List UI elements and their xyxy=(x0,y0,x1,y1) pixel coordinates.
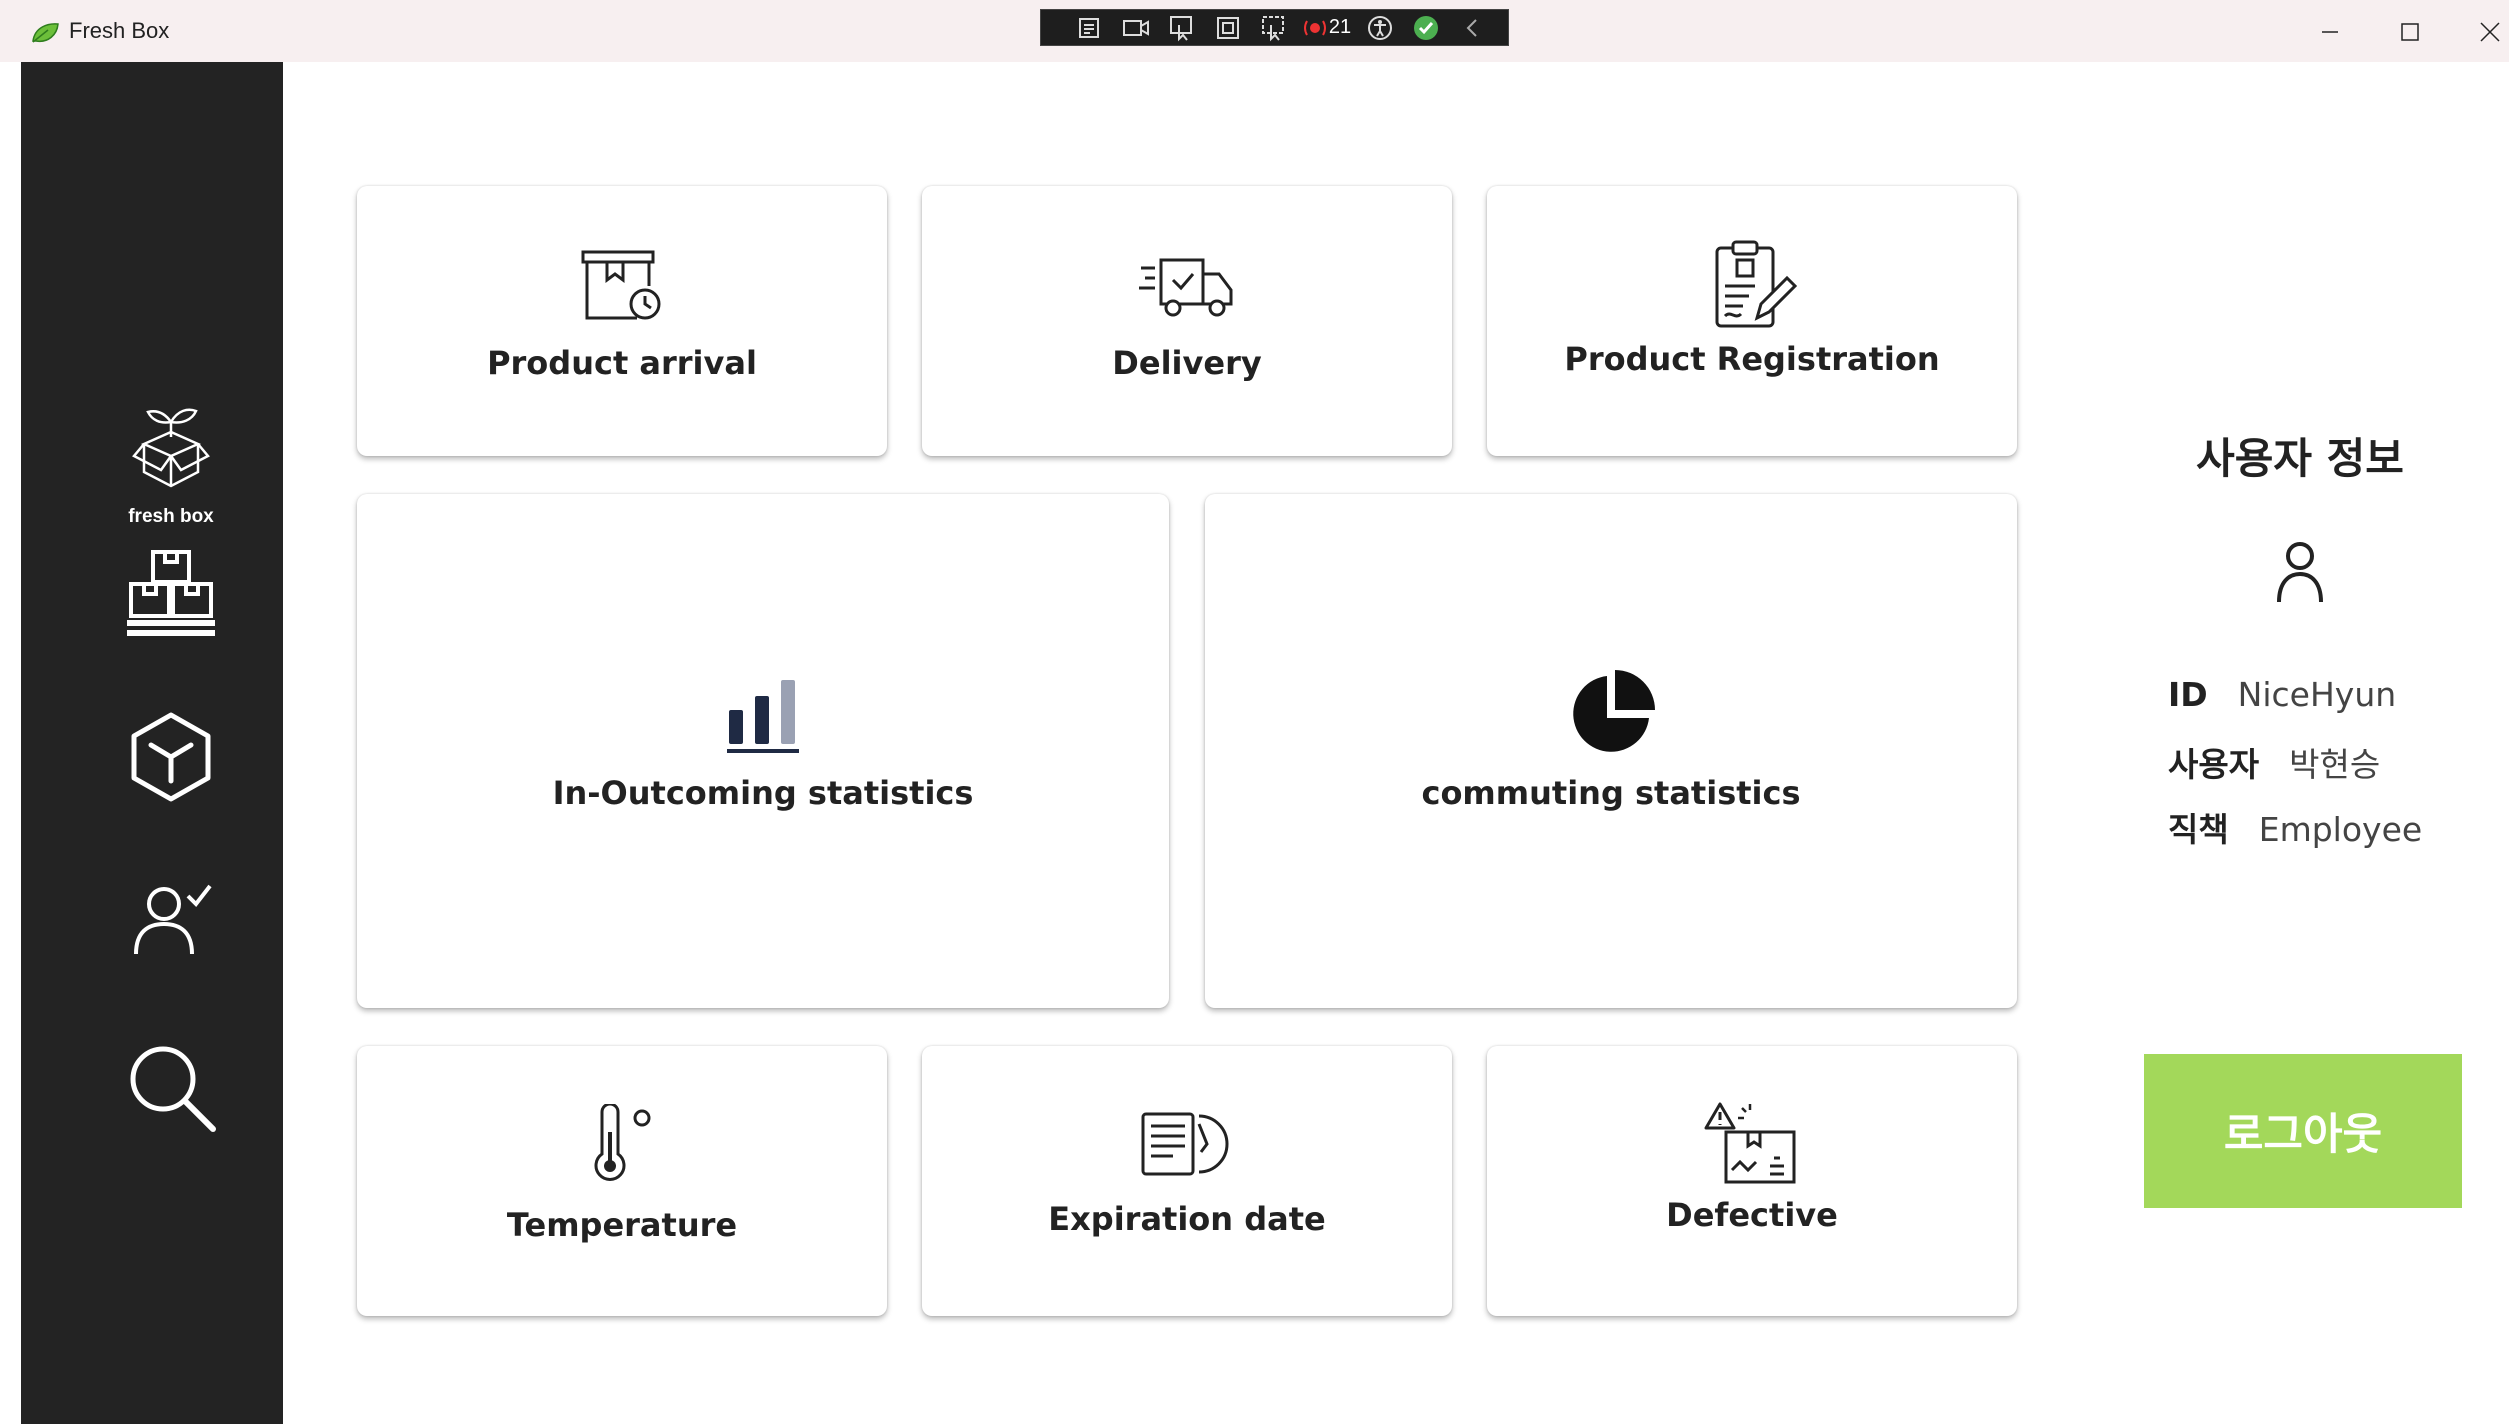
box-clock-icon xyxy=(581,250,661,320)
temperature-card[interactable]: Temperature xyxy=(357,1046,887,1316)
user-name-row: 사용자 박현승 xyxy=(2168,738,2380,786)
user-position-row: 직책 Employee xyxy=(2168,803,2422,851)
window-title: Fresh Box xyxy=(69,18,170,43)
clipboard-pen-icon xyxy=(1715,240,1797,328)
commuting-statistics-card[interactable]: commuting statistics xyxy=(1205,494,2017,1008)
pie-chart-icon xyxy=(1573,670,1655,752)
user-avatar-icon xyxy=(2277,542,2323,603)
recording-count: 21 xyxy=(1328,16,1352,38)
capture-region-icon[interactable] xyxy=(1067,13,1113,43)
user-check-icon xyxy=(134,884,212,955)
defective-label: Defective xyxy=(1666,1196,1838,1234)
cube-icon xyxy=(131,712,211,802)
temperature-label: Temperature xyxy=(506,1206,738,1244)
user-position-label: 직책 xyxy=(2168,810,2229,849)
damaged-box-icon xyxy=(1704,1102,1796,1184)
delivery-label: Delivery xyxy=(1112,344,1262,382)
defective-card[interactable]: Defective xyxy=(1487,1046,2017,1316)
user-name-value: 박현승 xyxy=(2289,745,2381,784)
pointer-region-icon[interactable] xyxy=(1251,13,1297,43)
delivery-truck-icon xyxy=(1139,258,1233,317)
expiration-date-card[interactable]: Expiration date xyxy=(922,1046,1452,1316)
delivery-card[interactable]: Delivery xyxy=(922,186,1452,456)
maximize-button[interactable] xyxy=(2385,12,2435,52)
inout-statistics-label: In-Outcoming statistics xyxy=(552,774,974,812)
product-registration-label: Product Registration xyxy=(1564,340,1940,378)
inout-statistics-card[interactable]: In-Outcoming statistics xyxy=(357,494,1169,1008)
product-registration-card[interactable]: Product Registration xyxy=(1487,186,2017,456)
sidebar-item-products[interactable] xyxy=(116,702,226,812)
collapse-chevron-icon[interactable] xyxy=(1449,13,1495,43)
logo-text: fresh box xyxy=(128,506,214,527)
sidebar-item-inventory[interactable] xyxy=(116,537,226,647)
pointer-window-icon[interactable] xyxy=(1159,13,1205,43)
title-bar: Fresh Box 21 xyxy=(0,0,2509,62)
sidebar-item-attendance[interactable] xyxy=(116,862,226,972)
accessibility-icon[interactable] xyxy=(1357,13,1403,43)
expiration-date-label: Expiration date xyxy=(1048,1200,1326,1238)
box-sprout-icon xyxy=(132,408,210,488)
user-info-title: 사용자 정보 xyxy=(2196,434,2404,483)
fresh-box-logo: fresh box xyxy=(116,382,226,532)
recording-indicator[interactable]: 21 xyxy=(1297,13,1357,43)
document-timer-icon xyxy=(1141,1112,1229,1176)
select-area-icon[interactable] xyxy=(1205,13,1251,43)
user-id-label: ID xyxy=(2168,675,2208,714)
sidebar-item-search[interactable] xyxy=(116,1032,226,1142)
sidebar: fresh box xyxy=(21,62,283,1424)
user-id-value: NiceHyun xyxy=(2237,675,2397,714)
user-id-row: ID NiceHyun xyxy=(2168,675,2396,714)
close-button[interactable] xyxy=(2465,12,2509,52)
thermometer-icon xyxy=(594,1104,651,1181)
search-icon xyxy=(130,1046,216,1132)
minimize-button[interactable] xyxy=(2305,12,2355,52)
commuting-statistics-label: commuting statistics xyxy=(1421,774,1801,812)
user-name-label: 사용자 xyxy=(2168,745,2260,784)
logout-button[interactable]: 로그아웃 xyxy=(2144,1054,2462,1208)
bar-chart-icon xyxy=(727,680,799,753)
recorder-toolbar: 21 xyxy=(1040,9,1509,46)
product-arrival-card[interactable]: Product arrival xyxy=(357,186,887,456)
leaf-icon xyxy=(32,23,59,43)
user-position-value: Employee xyxy=(2258,810,2423,849)
video-camera-icon[interactable] xyxy=(1113,13,1159,43)
check-circle-icon[interactable] xyxy=(1403,13,1449,43)
pallet-boxes-icon xyxy=(127,550,215,636)
product-arrival-label: Product arrival xyxy=(487,344,757,382)
